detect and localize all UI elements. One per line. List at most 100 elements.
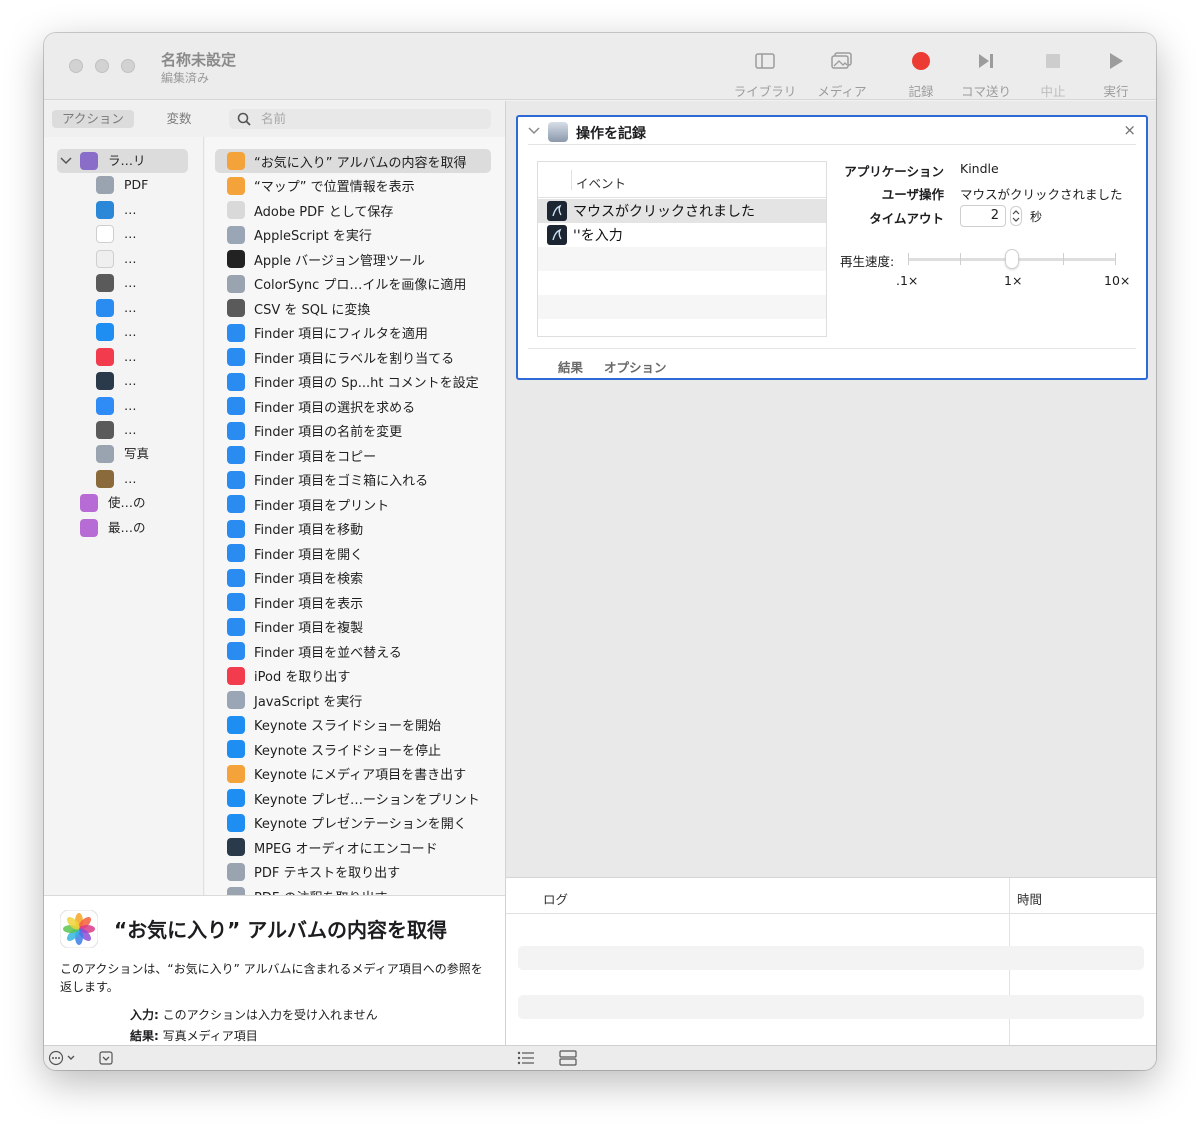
action-item-label: ColorSync プロ…イルを画像に適用 [254, 278, 467, 293]
action-item[interactable]: ColorSync プロ…イルを画像に適用 [227, 273, 466, 295]
stop-button[interactable]: 中止 [1018, 49, 1088, 100]
other-icon [96, 469, 114, 488]
action-item[interactable]: Finder 項目を検索 [227, 567, 363, 589]
chevron-down-icon[interactable] [60, 157, 72, 165]
library-item[interactable]: … [96, 346, 137, 368]
action-item[interactable]: Finder 項目にフィルタを適用 [227, 322, 428, 344]
tab-variables[interactable]: 変数 [154, 110, 204, 128]
kindle-icon [547, 225, 567, 245]
library-item[interactable]: … [96, 297, 137, 319]
library-item[interactable]: PDF [96, 174, 148, 196]
library-item-label: … [124, 470, 137, 486]
action-item[interactable]: PDF テキストを取り出す [227, 861, 400, 883]
library-item[interactable]: ラ…リ [60, 150, 146, 172]
photos-icon [227, 152, 245, 170]
timeout-field[interactable]: 2 [960, 205, 1006, 227]
action-item[interactable]: Finder 項目にラベルを割り当てる [227, 346, 454, 368]
tab-results[interactable]: 結果 [558, 357, 583, 376]
library-item[interactable]: … [96, 223, 137, 245]
library-item[interactable]: … [96, 370, 137, 392]
action-item[interactable]: Keynote スライドショーを開始 [227, 714, 441, 736]
action-item[interactable]: Keynote スライドショーを停止 [227, 738, 441, 760]
action-item[interactable]: PDF の注釈を取り出す [227, 885, 387, 895]
action-item[interactable]: Keynote プレゼンテーションを開く [227, 812, 467, 834]
library-button[interactable]: ライブラリ [730, 49, 800, 100]
library-item[interactable]: 写真 [96, 443, 149, 465]
action-item[interactable]: Finder 項目を表示 [227, 591, 363, 613]
action-item[interactable]: Adobe PDF として保存 [227, 199, 393, 221]
event-row[interactable]: マウスがクリックされました [538, 199, 826, 223]
action-item[interactable]: Finder 項目を移動 [227, 518, 363, 540]
action-item[interactable]: Finder 項目をゴミ箱に入れる [227, 469, 428, 491]
finder-icon [227, 348, 245, 366]
list-view-icon[interactable] [517, 1051, 535, 1065]
description-toggle-icon[interactable] [99, 1051, 113, 1065]
step-button[interactable]: コマ送り [951, 49, 1021, 100]
library-item[interactable]: … [96, 248, 137, 270]
media-button-label: メディア [817, 84, 867, 99]
action-item[interactable]: “お気に入り” アルバムの内容を取得 [227, 150, 466, 172]
action-item[interactable]: Apple バージョン管理ツール [227, 248, 425, 270]
action-item[interactable]: MPEG オーディオにエンコード [227, 836, 438, 858]
stepper-icon[interactable] [1010, 206, 1022, 226]
action-item-label: Adobe PDF として保存 [254, 204, 394, 220]
right-bottom-bar [505, 1045, 1156, 1070]
library-item-label: 写真 [124, 446, 150, 462]
action-item[interactable]: “マップ” で位置情報を表示 [227, 175, 415, 197]
close-icon[interactable]: × [1123, 121, 1136, 139]
automator-window: 名称未設定 編集済み ライブラリ メディア 記録 コマ送り 中止 実行 アクショ… [44, 33, 1156, 1070]
minimize-window-button[interactable] [95, 59, 109, 73]
tab-options[interactable]: オプション [604, 357, 667, 376]
library-item[interactable]: … [96, 395, 137, 417]
action-item[interactable]: Finder 項目を並べ替える [227, 640, 402, 662]
action-item[interactable]: Finder 項目の選択を求める [227, 395, 415, 417]
library-item-label: … [124, 324, 137, 340]
record-button[interactable]: 記録 [886, 49, 956, 100]
library-item[interactable]: 使…の [80, 492, 146, 514]
event-row[interactable]: ''を入力 [538, 223, 826, 247]
run-button[interactable]: 実行 [1081, 49, 1151, 100]
action-item-label: Keynote スライドショーを停止 [254, 743, 441, 759]
music-icon [227, 666, 245, 685]
pdf-icon [227, 862, 245, 881]
zoom-window-button[interactable] [121, 59, 135, 73]
action-item[interactable]: Finder 項目をプリント [227, 493, 389, 515]
library-item[interactable]: … [96, 272, 137, 294]
action-item-label: PDF テキストを取り出す [254, 866, 401, 881]
action-item[interactable]: Finder 項目の名前を変更 [227, 420, 402, 442]
chevron-down-icon[interactable] [528, 127, 540, 135]
search-input[interactable]: 名前 [229, 109, 491, 129]
action-item[interactable]: iPod を取り出す [227, 665, 350, 687]
library-tree: ラ…リ PDF … … … … … … … … … … 写真 … 使…の 最…の [44, 137, 204, 895]
action-item-label: Finder 項目を移動 [254, 523, 364, 538]
library-item[interactable]: … [96, 468, 137, 490]
photos-icon [227, 764, 245, 783]
action-item[interactable]: Finder 項目を開く [227, 542, 363, 564]
media-button[interactable]: メディア [807, 49, 877, 100]
search-placeholder: 名前 [261, 111, 287, 126]
library-item[interactable]: … [96, 321, 137, 343]
action-item-label: iPod を取り出す [254, 670, 351, 685]
speed-slider-knob[interactable] [1005, 249, 1019, 269]
action-item[interactable]: Keynote プレゼ…ーションをプリント [227, 787, 480, 809]
split-view-icon[interactable] [559, 1050, 577, 1066]
action-item[interactable]: Finder 項目をコピー [227, 444, 376, 466]
input-label: 入力: [130, 1008, 159, 1022]
action-item[interactable]: JavaScript を実行 [227, 689, 362, 711]
library-item[interactable]: … [96, 419, 137, 441]
action-item[interactable]: CSV を SQL に変換 [227, 297, 370, 319]
record-action-card[interactable]: 操作を記録 × イベント マウスがクリックされました ''を入力 アプリケーショ… [516, 115, 1148, 380]
action-item[interactable]: Finder 項目を複製 [227, 616, 363, 638]
action-item-label: Finder 項目を開く [254, 547, 364, 563]
action-item[interactable]: Finder 項目の Sp...ht コメントを設定 [227, 371, 479, 393]
more-icon[interactable] [48, 1050, 78, 1066]
tab-actions[interactable]: アクション [52, 110, 134, 128]
close-window-button[interactable] [69, 59, 83, 73]
action-item[interactable]: AppleScript を実行 [227, 224, 372, 246]
kindle-icon [547, 201, 567, 221]
action-item[interactable]: Keynote にメディア項目を書き出す [227, 763, 466, 785]
library-item[interactable]: 最…の [80, 517, 146, 539]
library-item[interactable]: … [96, 199, 137, 221]
photos-icon [60, 910, 98, 948]
input-value: このアクションは入力を受け入れません [162, 1008, 378, 1022]
